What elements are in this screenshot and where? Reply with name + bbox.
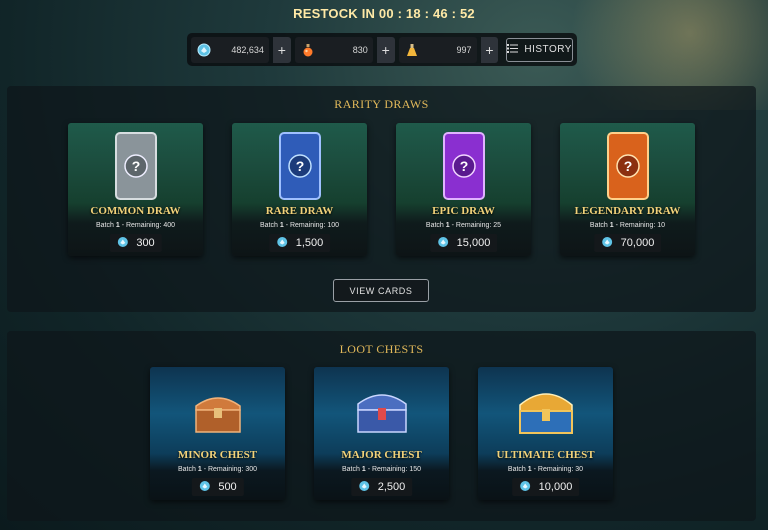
gem-icon bbox=[437, 236, 449, 251]
rarity-draws-title: RARITY DRAWS bbox=[334, 97, 429, 111]
epic-card-back-icon: ? bbox=[396, 123, 531, 211]
ultimate-chest-batch: Batch 1 - Remaining: 30 bbox=[507, 466, 584, 473]
legendary-draw-name: LEGENDARY DRAW bbox=[574, 205, 681, 217]
major-chest-card[interactable]: MAJOR CHEST Batch 1 - Remaining: 150 2,5… bbox=[314, 367, 449, 500]
add-potions-button[interactable]: + bbox=[376, 36, 395, 63]
list-icon bbox=[507, 43, 519, 56]
legendary-draw-price: 70,000 bbox=[593, 234, 662, 252]
epic-draw-card[interactable]: ? EPIC DRAW Batch 1 - Remaining: 25 15,0… bbox=[396, 123, 531, 256]
view-cards-button[interactable]: VIEW CARDS bbox=[333, 279, 429, 302]
currency-bar: 482,634 + 830 + 997 + HISTORY bbox=[187, 33, 577, 66]
common-card-back-icon: ? bbox=[68, 123, 203, 211]
add-flasks-button[interactable]: + bbox=[480, 36, 499, 63]
gem-icon bbox=[198, 480, 210, 495]
rare-draw-name: RARE DRAW bbox=[265, 205, 334, 217]
svg-text:?: ? bbox=[623, 158, 632, 174]
flasks-balance: 997 bbox=[456, 44, 472, 55]
currency-gems: 482,634 bbox=[191, 36, 269, 63]
common-draw-price: 300 bbox=[109, 234, 162, 252]
gem-icon bbox=[191, 43, 217, 57]
ultimate-chest-card[interactable]: ULTIMATE CHEST Batch 1 - Remaining: 30 1… bbox=[478, 367, 613, 500]
minor-chest-card[interactable]: MINOR CHEST Batch 1 - Remaining: 300 500 bbox=[150, 367, 285, 500]
restock-countdown: 00 : 18 : 46 : 52 bbox=[378, 6, 475, 21]
rare-draw-batch: Batch 1 - Remaining: 100 bbox=[259, 222, 340, 229]
minor-chest-price: 500 bbox=[191, 478, 244, 496]
gem-icon bbox=[601, 236, 613, 251]
restock-timer: RESTOCK IN 00 : 18 : 46 : 52 bbox=[0, 6, 768, 21]
gem-icon bbox=[276, 236, 288, 251]
minor-chest-icon bbox=[150, 367, 285, 455]
ultimate-chest-name: ULTIMATE CHEST bbox=[496, 449, 595, 461]
rare-draw-price: 1,500 bbox=[268, 234, 331, 252]
common-draw-batch: Batch 1 - Remaining: 400 bbox=[95, 222, 176, 229]
ultimate-chest-price: 10,000 bbox=[511, 478, 580, 496]
common-draw-name: COMMON DRAW bbox=[90, 205, 181, 217]
minor-chest-batch: Batch 1 - Remaining: 300 bbox=[177, 466, 258, 473]
currency-flasks: 997 bbox=[398, 36, 477, 63]
legendary-card-back-icon: ? bbox=[560, 123, 695, 211]
gem-icon bbox=[519, 480, 531, 495]
add-gems-button[interactable]: + bbox=[272, 36, 291, 63]
ultimate-chest-icon bbox=[478, 367, 613, 455]
history-button[interactable]: HISTORY bbox=[506, 37, 573, 62]
major-chest-name: MAJOR CHEST bbox=[341, 449, 422, 461]
gem-icon bbox=[116, 236, 128, 251]
restock-label: RESTOCK IN bbox=[293, 6, 376, 21]
legendary-draw-card[interactable]: ? LEGENDARY DRAW Batch 1 - Remaining: 10… bbox=[560, 123, 695, 256]
epic-draw-batch: Batch 1 - Remaining: 25 bbox=[425, 222, 502, 229]
gems-balance: 482,634 bbox=[231, 44, 264, 55]
svg-text:?: ? bbox=[131, 158, 140, 174]
legendary-draw-batch: Batch 1 - Remaining: 10 bbox=[589, 222, 666, 229]
history-label: HISTORY bbox=[524, 44, 572, 55]
currency-potions: 830 bbox=[294, 36, 373, 63]
potions-balance: 830 bbox=[352, 44, 368, 55]
common-draw-card[interactable]: ? COMMON DRAW Batch 1 - Remaining: 400 3… bbox=[68, 123, 203, 256]
minor-chest-name: MINOR CHEST bbox=[177, 449, 258, 461]
flask-icon bbox=[399, 43, 425, 57]
major-chest-price: 2,500 bbox=[350, 478, 413, 496]
potion-icon bbox=[295, 43, 321, 57]
major-chest-batch: Batch 1 - Remaining: 150 bbox=[341, 466, 422, 473]
rare-draw-card[interactable]: ? RARE DRAW Batch 1 - Remaining: 100 1,5… bbox=[232, 123, 367, 256]
epic-draw-name: EPIC DRAW bbox=[432, 205, 495, 217]
gem-icon bbox=[358, 480, 370, 495]
svg-text:?: ? bbox=[295, 158, 304, 174]
major-chest-icon bbox=[314, 367, 449, 455]
loot-chests-title: LOOT CHESTS bbox=[339, 342, 424, 356]
rare-card-back-icon: ? bbox=[232, 123, 367, 211]
svg-text:?: ? bbox=[459, 158, 468, 174]
epic-draw-price: 15,000 bbox=[429, 234, 498, 252]
